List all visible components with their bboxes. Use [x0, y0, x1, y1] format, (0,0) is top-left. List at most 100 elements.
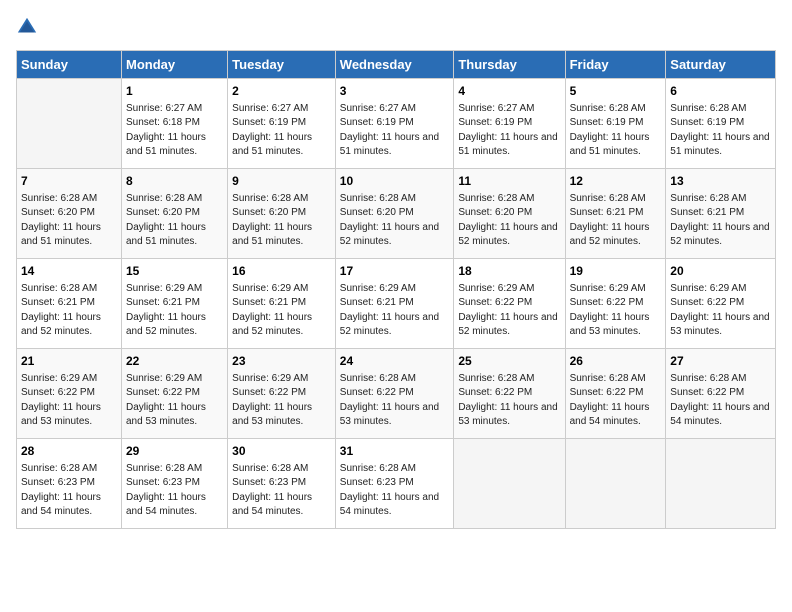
cell-info: Sunrise: 6:27 AMSunset: 6:19 PMDaylight:…: [340, 102, 450, 160]
cell-info: Sunrise: 6:28 AMSunset: 6:21 PMDaylight:…: [21, 282, 117, 340]
day-number: 9: [232, 173, 331, 190]
calendar-cell: 9 Sunrise: 6:28 AMSunset: 6:20 PMDaylight…: [228, 169, 336, 259]
day-number: 20: [670, 263, 771, 280]
day-number: 29: [126, 443, 223, 460]
day-number: 10: [340, 173, 450, 190]
calendar-cell: 6 Sunrise: 6:28 AMSunset: 6:19 PMDaylight…: [666, 79, 776, 169]
day-number: 15: [126, 263, 223, 280]
calendar-cell: 11 Sunrise: 6:28 AMSunset: 6:20 PMDayligh…: [454, 169, 565, 259]
day-number: 26: [570, 353, 662, 370]
cell-info: Sunrise: 6:28 AMSunset: 6:23 PMDaylight:…: [340, 462, 450, 520]
cell-info: Sunrise: 6:27 AMSunset: 6:18 PMDaylight:…: [126, 102, 223, 160]
calendar-week-row: 14 Sunrise: 6:28 AMSunset: 6:21 PMDayligh…: [17, 259, 776, 349]
day-number: 23: [232, 353, 331, 370]
logo: [16, 16, 42, 38]
calendar-cell: 13Sunrise: 6:28 AMSunset: 6:21 PMDayligh…: [666, 169, 776, 259]
calendar-cell: 29 Sunrise: 6:28 AMSunset: 6:23 PMDayligh…: [122, 439, 228, 529]
cell-info: Sunrise: 6:27 AMSunset: 6:19 PMDaylight:…: [458, 102, 560, 160]
cell-info: Sunrise: 6:28 AMSunset: 6:21 PMDaylight:…: [670, 192, 771, 250]
calendar-cell: 2 Sunrise: 6:27 AMSunset: 6:19 PMDaylight…: [228, 79, 336, 169]
cell-info: Sunrise: 6:28 AMSunset: 6:23 PMDaylight:…: [126, 462, 223, 520]
day-number: 31: [340, 443, 450, 460]
day-number: 3: [340, 83, 450, 100]
calendar-cell: [666, 439, 776, 529]
calendar-cell: 23 Sunrise: 6:29 AMSunset: 6:22 PMDayligh…: [228, 349, 336, 439]
cell-info: Sunrise: 6:29 AMSunset: 6:22 PMDaylight:…: [126, 372, 223, 430]
day-number: 8: [126, 173, 223, 190]
day-number: 19: [570, 263, 662, 280]
cell-info: Sunrise: 6:28 AMSunset: 6:20 PMDaylight:…: [21, 192, 117, 250]
day-number: 4: [458, 83, 560, 100]
calendar-table: SundayMondayTuesdayWednesdayThursdayFrid…: [16, 50, 776, 529]
cell-info: Sunrise: 6:29 AMSunset: 6:21 PMDaylight:…: [232, 282, 331, 340]
day-number: 16: [232, 263, 331, 280]
calendar-week-row: 21 Sunrise: 6:29 AMSunset: 6:22 PMDayligh…: [17, 349, 776, 439]
cell-info: Sunrise: 6:28 AMSunset: 6:20 PMDaylight:…: [126, 192, 223, 250]
cell-info: Sunrise: 6:29 AMSunset: 6:22 PMDaylight:…: [570, 282, 662, 340]
calendar-week-row: 1 Sunrise: 6:27 AMSunset: 6:18 PMDaylight…: [17, 79, 776, 169]
column-header-saturday: Saturday: [666, 51, 776, 79]
cell-info: Sunrise: 6:28 AMSunset: 6:20 PMDaylight:…: [458, 192, 560, 250]
cell-info: Sunrise: 6:28 AMSunset: 6:19 PMDaylight:…: [670, 102, 771, 160]
column-header-sunday: Sunday: [17, 51, 122, 79]
day-number: 30: [232, 443, 331, 460]
calendar-cell: 19 Sunrise: 6:29 AMSunset: 6:22 PMDayligh…: [565, 259, 666, 349]
cell-info: Sunrise: 6:28 AMSunset: 6:23 PMDaylight:…: [232, 462, 331, 520]
day-number: 17: [340, 263, 450, 280]
day-number: 21: [21, 353, 117, 370]
cell-info: Sunrise: 6:28 AMSunset: 6:20 PMDaylight:…: [232, 192, 331, 250]
day-number: 14: [21, 263, 117, 280]
cell-info: Sunrise: 6:28 AMSunset: 6:21 PMDaylight:…: [570, 192, 662, 250]
day-number: 18: [458, 263, 560, 280]
calendar-cell: 10 Sunrise: 6:28 AMSunset: 6:20 PMDayligh…: [335, 169, 454, 259]
day-number: 6: [670, 83, 771, 100]
calendar-cell: 22Sunrise: 6:29 AMSunset: 6:22 PMDayligh…: [122, 349, 228, 439]
day-number: 1: [126, 83, 223, 100]
cell-info: Sunrise: 6:29 AMSunset: 6:22 PMDaylight:…: [458, 282, 560, 340]
day-number: 11: [458, 173, 560, 190]
calendar-cell: 12 Sunrise: 6:28 AMSunset: 6:21 PMDayligh…: [565, 169, 666, 259]
calendar-cell: 20Sunrise: 6:29 AMSunset: 6:22 PMDayligh…: [666, 259, 776, 349]
logo-icon: [16, 16, 38, 38]
calendar-cell: 26 Sunrise: 6:28 AMSunset: 6:22 PMDayligh…: [565, 349, 666, 439]
calendar-cell: 8 Sunrise: 6:28 AMSunset: 6:20 PMDaylight…: [122, 169, 228, 259]
day-number: 7: [21, 173, 117, 190]
calendar-cell: 21 Sunrise: 6:29 AMSunset: 6:22 PMDayligh…: [17, 349, 122, 439]
day-number: 28: [21, 443, 117, 460]
column-header-monday: Monday: [122, 51, 228, 79]
cell-info: Sunrise: 6:29 AMSunset: 6:21 PMDaylight:…: [126, 282, 223, 340]
calendar-cell: 1 Sunrise: 6:27 AMSunset: 6:18 PMDaylight…: [122, 79, 228, 169]
cell-info: Sunrise: 6:28 AMSunset: 6:20 PMDaylight:…: [340, 192, 450, 250]
cell-info: Sunrise: 6:28 AMSunset: 6:22 PMDaylight:…: [340, 372, 450, 430]
day-number: 5: [570, 83, 662, 100]
column-header-thursday: Thursday: [454, 51, 565, 79]
calendar-cell: 24Sunrise: 6:28 AMSunset: 6:22 PMDayligh…: [335, 349, 454, 439]
cell-info: Sunrise: 6:28 AMSunset: 6:22 PMDaylight:…: [570, 372, 662, 430]
calendar-cell: 31 Sunrise: 6:28 AMSunset: 6:23 PMDayligh…: [335, 439, 454, 529]
cell-info: Sunrise: 6:29 AMSunset: 6:21 PMDaylight:…: [340, 282, 450, 340]
cell-info: Sunrise: 6:29 AMSunset: 6:22 PMDaylight:…: [21, 372, 117, 430]
calendar-cell: [17, 79, 122, 169]
column-header-tuesday: Tuesday: [228, 51, 336, 79]
cell-info: Sunrise: 6:29 AMSunset: 6:22 PMDaylight:…: [232, 372, 331, 430]
cell-info: Sunrise: 6:27 AMSunset: 6:19 PMDaylight:…: [232, 102, 331, 160]
calendar-cell: 7 Sunrise: 6:28 AMSunset: 6:20 PMDaylight…: [17, 169, 122, 259]
calendar-cell: 4 Sunrise: 6:27 AMSunset: 6:19 PMDaylight…: [454, 79, 565, 169]
calendar-cell: 28Sunrise: 6:28 AMSunset: 6:23 PMDayligh…: [17, 439, 122, 529]
column-header-friday: Friday: [565, 51, 666, 79]
day-number: 2: [232, 83, 331, 100]
calendar-week-row: 7 Sunrise: 6:28 AMSunset: 6:20 PMDaylight…: [17, 169, 776, 259]
cell-info: Sunrise: 6:28 AMSunset: 6:22 PMDaylight:…: [670, 372, 771, 430]
calendar-week-row: 28 Sunrise: 6:28 AMSunset: 6:23 PMDayligh…: [17, 439, 776, 529]
calendar-header-row: SundayMondayTuesdayWednesdayThursdayFrid…: [17, 51, 776, 79]
day-number: 12: [570, 173, 662, 190]
calendar-cell: 18 Sunrise: 6:29 AMSunset: 6:22 PMDayligh…: [454, 259, 565, 349]
calendar-cell: 3 Sunrise: 6:27 AMSunset: 6:19 PMDaylight…: [335, 79, 454, 169]
calendar-cell: 27 Sunrise: 6:28 AMSunset: 6:22 PMDayligh…: [666, 349, 776, 439]
cell-info: Sunrise: 6:28 AMSunset: 6:19 PMDaylight:…: [570, 102, 662, 160]
calendar-cell: 14 Sunrise: 6:28 AMSunset: 6:21 PMDayligh…: [17, 259, 122, 349]
column-header-wednesday: Wednesday: [335, 51, 454, 79]
cell-info: Sunrise: 6:28 AMSunset: 6:22 PMDaylight:…: [458, 372, 560, 430]
page-header: [16, 16, 776, 38]
day-number: 27: [670, 353, 771, 370]
